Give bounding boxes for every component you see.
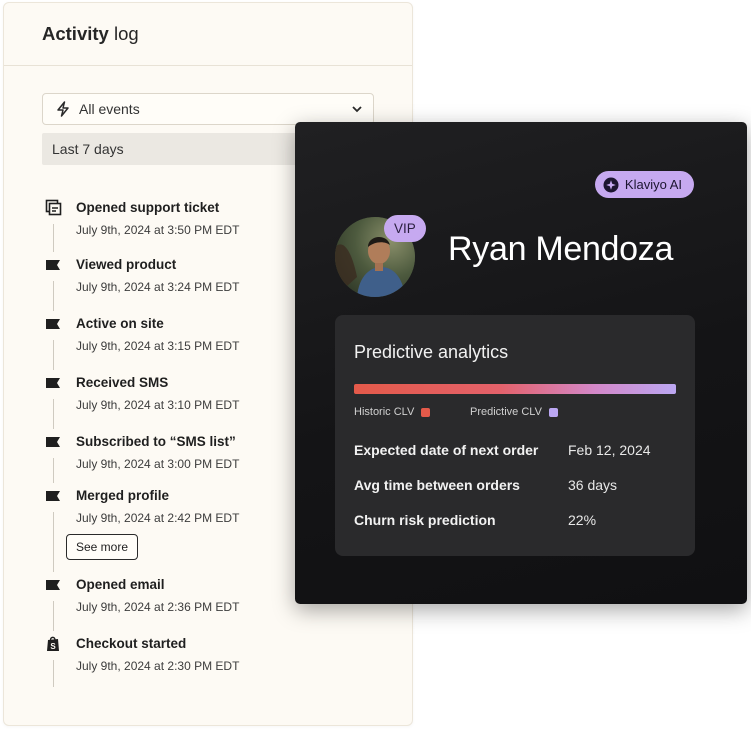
customer-profile-card: Klaviyo AI VIP Ryan Mendoza Predictive a… bbox=[295, 122, 747, 604]
svg-text:S: S bbox=[50, 642, 56, 651]
shopify-bag-icon: S bbox=[47, 636, 59, 651]
metric-value: 22% bbox=[568, 512, 597, 528]
flag-icon bbox=[46, 580, 60, 590]
legend-predictive-swatch bbox=[548, 407, 558, 417]
analytics-title: Predictive analytics bbox=[354, 342, 509, 362]
flag-icon bbox=[46, 260, 60, 270]
profile-name: Ryan Mendoza bbox=[448, 230, 674, 268]
legend-historic-label: Historic CLV bbox=[354, 406, 415, 418]
flag-icon bbox=[46, 319, 60, 329]
event-filter-value: All events bbox=[79, 101, 140, 117]
metric-label: Expected date of next order bbox=[354, 442, 539, 458]
legend-predictive-label: Predictive CLV bbox=[470, 406, 542, 418]
activity-log-title: Activity log bbox=[42, 23, 139, 45]
chevron-down-icon bbox=[352, 106, 362, 113]
metric-label: Churn risk prediction bbox=[354, 512, 496, 528]
event-title: Checkout started bbox=[76, 636, 187, 651]
timeline-event: S Checkout started July 9th, 2024 at 2:3… bbox=[42, 631, 402, 687]
title-bold: Activity bbox=[42, 23, 109, 44]
metric-value: 36 days bbox=[568, 477, 618, 493]
predictive-analytics-panel: Predictive analytics Historic CLV Predic… bbox=[335, 315, 695, 556]
flag-icon bbox=[46, 378, 60, 388]
see-more-button[interactable]: See more bbox=[66, 534, 139, 560]
activity-log-header: Activity log bbox=[4, 3, 412, 66]
clv-gradient-bar bbox=[354, 384, 676, 394]
flag-icon bbox=[46, 491, 60, 501]
legend-historic-swatch bbox=[421, 407, 431, 417]
klaviyo-ai-badge: Klaviyo AI bbox=[594, 171, 694, 198]
event-time: July 9th, 2024 at 2:30 PM EDT bbox=[76, 659, 240, 673]
sparkle-icon bbox=[603, 177, 619, 192]
vip-badge: VIP bbox=[384, 215, 426, 242]
date-range-select[interactable]: Last 7 days bbox=[42, 133, 302, 165]
event-filter-select[interactable]: All events bbox=[42, 93, 374, 125]
klaviyo-ai-label: Klaviyo AI bbox=[624, 177, 682, 192]
legend-historic-clv: Historic CLV bbox=[354, 406, 431, 418]
legend-predictive-clv: Predictive CLV bbox=[470, 406, 558, 418]
metric-value: Feb 12, 2024 bbox=[568, 442, 651, 458]
bolt-icon bbox=[57, 101, 69, 117]
flag-icon bbox=[46, 437, 60, 447]
date-range-value: Last 7 days bbox=[52, 141, 124, 157]
metric-label: Avg time between orders bbox=[354, 477, 520, 493]
title-rest: log bbox=[108, 23, 139, 44]
support-ticket-icon bbox=[45, 199, 62, 216]
